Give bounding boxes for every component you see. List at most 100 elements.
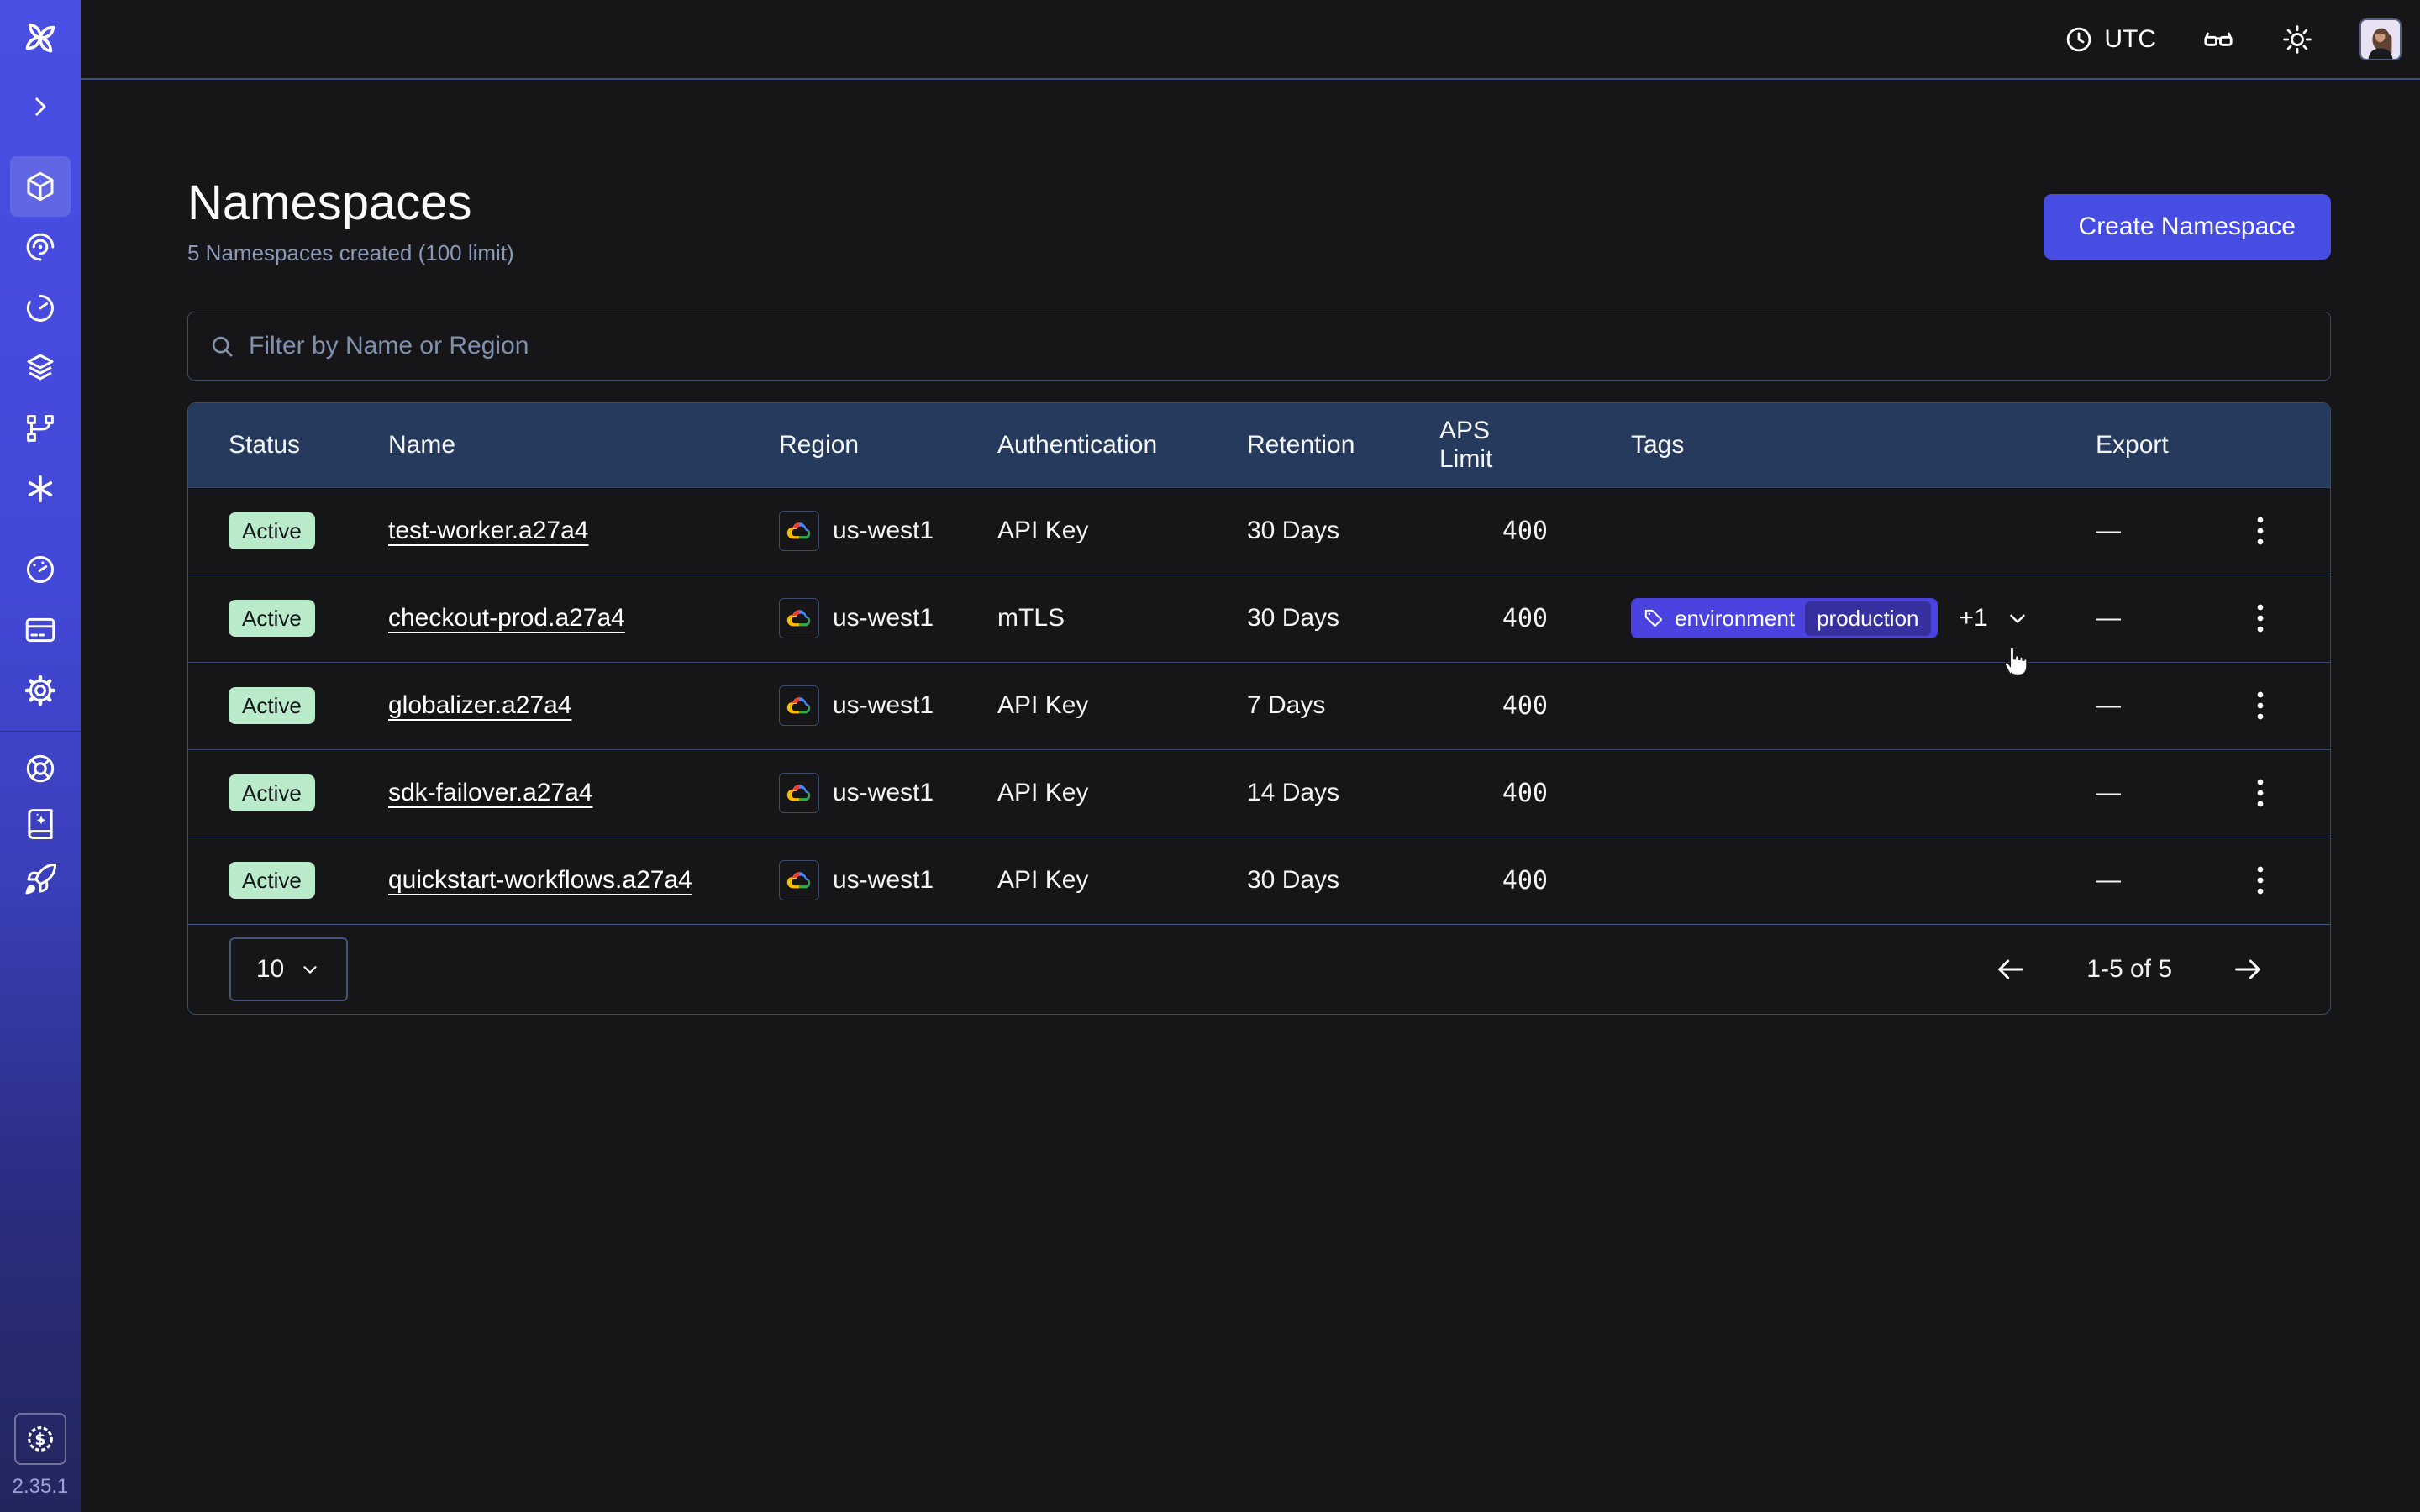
- status-badge: Active: [229, 512, 315, 550]
- clock-icon: [2064, 24, 2094, 55]
- next-page-button[interactable]: [2226, 948, 2270, 991]
- layers-icon: [23, 350, 58, 386]
- namespace-link[interactable]: test-worker.a27a4: [388, 517, 588, 545]
- gcp-cloud-icon: [779, 511, 819, 551]
- kebab-icon: [2254, 689, 2266, 722]
- export-value: —: [2086, 517, 2236, 545]
- sun-icon: [2281, 23, 2314, 56]
- sidebar-item-usage[interactable]: [10, 539, 71, 600]
- auth-method: API Key: [997, 517, 1247, 545]
- credits-button[interactable]: $: [14, 1413, 66, 1465]
- export-value: —: [2086, 604, 2236, 633]
- previous-page-button[interactable]: [1989, 948, 2033, 991]
- filter-input[interactable]: [249, 332, 2310, 360]
- app-version: 2.35.1: [13, 1475, 69, 1499]
- sidebar-item-schedules[interactable]: [10, 277, 71, 338]
- namespace-link[interactable]: checkout-prod.a27a4: [388, 604, 625, 633]
- sidebar: $ 2.35.1: [0, 0, 81, 1512]
- table-row: Active test-worker.a27a4: [188, 487, 2330, 575]
- namespace-link[interactable]: sdk-failover.a27a4: [388, 779, 593, 807]
- namespace-count-subtitle: 5 Namespaces created (100 limit): [187, 240, 514, 266]
- column-header-retention: Retention: [1247, 431, 1439, 459]
- retention-value: 30 Days: [1247, 604, 1439, 633]
- region-label: us-west1: [833, 866, 934, 895]
- namespaces-table: Status Name Region Authentication Retent…: [187, 402, 2331, 1015]
- row-actions-menu-button[interactable]: [2248, 595, 2273, 642]
- timer-icon: [23, 290, 58, 325]
- export-value: —: [2086, 779, 2236, 807]
- table-row: Active sdk-failover.a27a4: [188, 749, 2330, 837]
- table-row: Active checkout-prod.a27a4: [188, 575, 2330, 662]
- sidebar-item-nexus[interactable]: [10, 459, 71, 519]
- table-row: Active quickstart-workflows.a27a4: [188, 837, 2330, 924]
- region-label: us-west1: [833, 779, 934, 807]
- temporal-logo[interactable]: [10, 12, 71, 64]
- book-sparkles-icon: [23, 806, 58, 842]
- theme-toggle-button[interactable]: [2281, 23, 2314, 56]
- sidebar-item-settings[interactable]: [10, 660, 71, 721]
- sidebar-item-support[interactable]: [10, 741, 71, 796]
- gcp-cloud-icon: [779, 860, 819, 900]
- row-actions-menu-button[interactable]: [2248, 769, 2273, 816]
- retention-value: 30 Days: [1247, 517, 1439, 545]
- aps-limit-value: 400: [1439, 604, 1548, 633]
- top-bar: UTC: [81, 0, 2420, 80]
- table-row: Active globalizer.a27a4: [188, 662, 2330, 749]
- kebab-icon: [2254, 514, 2266, 548]
- sidebar-divider: [0, 731, 81, 732]
- auth-method: mTLS: [997, 604, 1247, 633]
- retention-value: 14 Days: [1247, 779, 1439, 807]
- tags-expand-button[interactable]: [2005, 606, 2030, 631]
- sidebar-item-namespaces[interactable]: [10, 156, 71, 217]
- spiral-icon: [23, 229, 58, 265]
- tag-icon: [1643, 607, 1665, 629]
- kebab-icon: [2254, 864, 2266, 897]
- chevron-down-icon: [2005, 606, 2030, 631]
- sidebar-item-billing[interactable]: [10, 600, 71, 660]
- row-actions-menu-button[interactable]: [2248, 857, 2273, 904]
- rocket-icon: [23, 862, 58, 897]
- table-body: Active test-worker.a27a4: [188, 487, 2330, 924]
- svg-text:$: $: [34, 1430, 45, 1449]
- tag-more-count: +1: [1960, 604, 1988, 633]
- timezone-button[interactable]: UTC: [2064, 24, 2156, 55]
- column-header-export: Export: [2086, 431, 2236, 459]
- credits-badge-icon: $: [23, 1421, 58, 1457]
- create-namespace-button[interactable]: Create Namespace: [2044, 194, 2331, 260]
- chevron-right-icon: [26, 92, 55, 121]
- pagination-range: 1-5 of 5: [2086, 955, 2172, 984]
- arrow-right-icon: [2231, 953, 2265, 986]
- export-value: —: [2086, 691, 2236, 720]
- chevron-down-icon: [299, 958, 321, 980]
- lifebuoy-icon: [23, 751, 58, 786]
- main-content: Namespaces 5 Namespaces created (100 lim…: [81, 81, 2420, 1512]
- sidebar-item-docs[interactable]: [10, 796, 71, 852]
- auth-method: API Key: [997, 691, 1247, 720]
- retention-value: 7 Days: [1247, 691, 1439, 720]
- auth-method: API Key: [997, 866, 1247, 895]
- namespace-link[interactable]: quickstart-workflows.a27a4: [388, 866, 692, 895]
- row-actions-menu-button[interactable]: [2248, 507, 2273, 554]
- tag-pill[interactable]: environment production: [1631, 598, 1938, 638]
- sidebar-item-deployments[interactable]: [10, 338, 71, 398]
- sidebar-collapse-button[interactable]: [10, 87, 71, 126]
- region-label: us-west1: [833, 517, 934, 545]
- auth-method: API Key: [997, 779, 1247, 807]
- namespace-link[interactable]: globalizer.a27a4: [388, 691, 572, 720]
- table-header-row: Status Name Region Authentication Retent…: [188, 403, 2330, 487]
- user-avatar[interactable]: [2360, 18, 2402, 60]
- sidebar-item-branch[interactable]: [10, 398, 71, 459]
- column-header-aps-limit: APS Limit: [1439, 417, 1548, 474]
- timezone-label: UTC: [2104, 25, 2156, 54]
- status-badge: Active: [229, 600, 315, 638]
- gcp-cloud-icon: [779, 685, 819, 726]
- tag-key: environment: [1675, 606, 1795, 632]
- gear-icon: [23, 673, 58, 708]
- sidebar-item-workflows[interactable]: [10, 217, 71, 277]
- page-size-select[interactable]: 10: [229, 937, 348, 1001]
- glasses-button[interactable]: [2202, 23, 2235, 56]
- row-actions-menu-button[interactable]: [2248, 682, 2273, 729]
- aps-limit-value: 400: [1439, 517, 1548, 546]
- column-header-region: Region: [779, 431, 997, 459]
- sidebar-item-getting-started[interactable]: [10, 852, 71, 907]
